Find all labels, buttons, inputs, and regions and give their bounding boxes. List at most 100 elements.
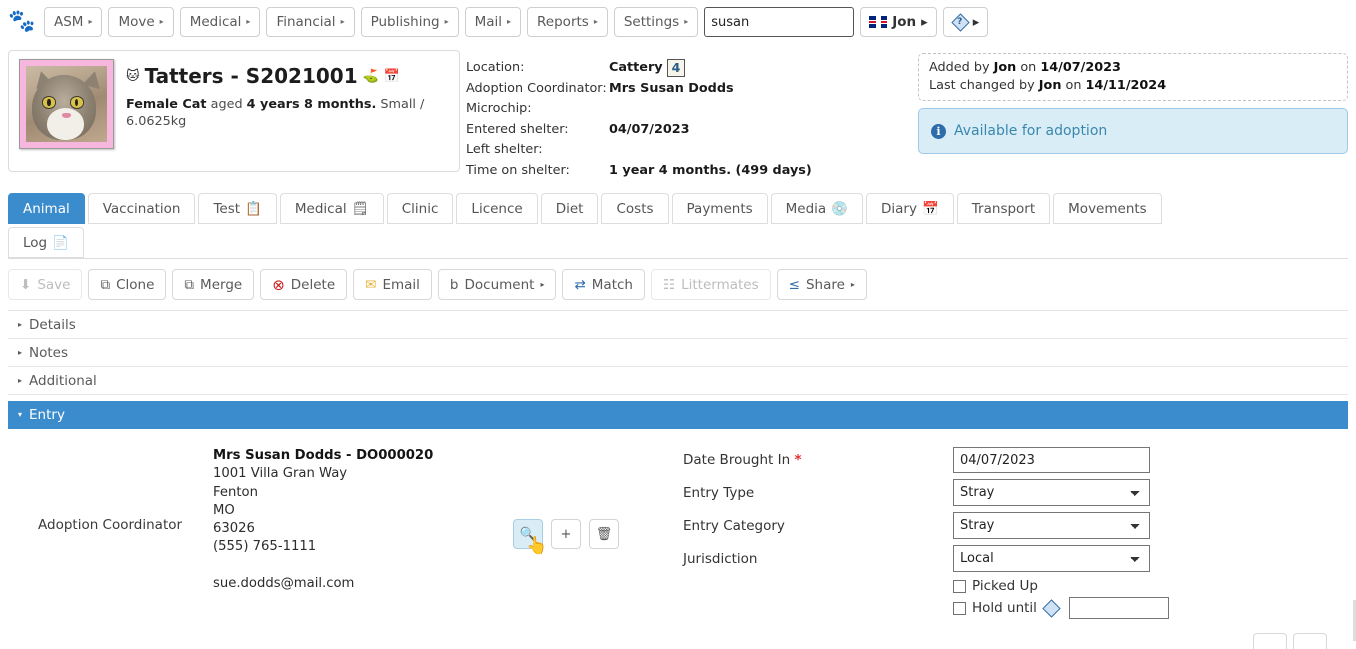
nav-menu-mail[interactable]: Mail ▸ <box>465 7 521 37</box>
date-brought-in-input[interactable] <box>953 447 1150 473</box>
search-input[interactable] <box>704 7 854 37</box>
medical-chart-icon: 🗒 <box>352 201 369 217</box>
tab-movements[interactable]: Movements <box>1053 193 1162 224</box>
nav-menu-reports[interactable]: Reports ▸ <box>527 7 608 37</box>
tab-media-label: Media <box>786 201 827 217</box>
hold-until-checkbox[interactable] <box>953 602 966 615</box>
littermates-button[interactable]: ☷ Littermates <box>651 269 771 300</box>
tab-vaccination[interactable]: Vaccination <box>88 193 196 224</box>
status-badge: i Available for adoption <box>918 108 1348 154</box>
calendar-icon[interactable]: 📅 <box>384 70 400 83</box>
delete-button[interactable]: ⊗ Delete <box>260 269 347 300</box>
find-person-button[interactable]: 🔍 👆 <box>513 519 543 549</box>
hold-until-input[interactable] <box>1069 597 1169 619</box>
tab-medical-label: Medical <box>295 201 347 217</box>
animal-summary-panel: 🐱 Tatters - S2021001 ⛳ 📅 Female Cat aged… <box>8 50 460 172</box>
tab-costs[interactable]: Costs <box>601 193 668 224</box>
nav-menu-publishing-label: Publishing <box>371 14 440 30</box>
bottom-stub-button-1[interactable] <box>1253 633 1287 649</box>
tab-diary[interactable]: Diary 📅 <box>866 193 954 224</box>
picked-up-checkbox[interactable] <box>953 580 966 593</box>
tab-transport-label: Transport <box>972 201 1035 217</box>
entry-panel: Adoption Coordinator Mrs Susan Dodds - D… <box>8 429 1348 619</box>
animal-sex-species: Female Cat <box>126 97 207 112</box>
nav-menu-financial-label: Financial <box>276 14 335 30</box>
tab-clinic-label: Clinic <box>402 201 439 217</box>
tab-test[interactable]: Test 📋 <box>198 193 276 224</box>
accordion-section-additional[interactable]: ▸ Additional <box>8 367 1348 395</box>
entry-coordinator-block: Adoption Coordinator Mrs Susan Dodds - D… <box>8 447 683 619</box>
chevron-right-icon: ▸ <box>540 280 544 289</box>
date-brought-in-label-text: Date Brought In <box>683 452 790 468</box>
animal-age: 4 years 8 months. <box>247 97 377 112</box>
chevron-right-icon: ▸ <box>88 18 92 26</box>
entry-type-select[interactable]: Stray <box>953 479 1150 506</box>
tab-media[interactable]: Media 💿 <box>771 193 863 224</box>
tab-payments[interactable]: Payments <box>672 193 768 224</box>
save-button[interactable]: ⬇ Save <box>8 269 82 300</box>
user-menu[interactable]: Jon ▸ <box>860 7 936 37</box>
accordion-section-notes[interactable]: ▸ Notes <box>8 339 1348 367</box>
coordinator-email: sue.dodds@mail.com <box>213 576 354 591</box>
merge-button[interactable]: ⧉ Merge <box>172 269 254 300</box>
field-microchip: Microchip: <box>466 99 912 120</box>
animal-thumbnail-icon: 🐱 <box>126 70 140 83</box>
share-button[interactable]: ≤ Share ▸ <box>777 269 867 300</box>
bottom-stub-button-2[interactable] <box>1293 633 1327 649</box>
entry-type-label: Entry Type <box>683 485 953 501</box>
tab-licence-label: Licence <box>471 201 522 217</box>
paw-logo-icon[interactable]: 🐾 <box>6 6 38 38</box>
match-icon: ⇄ <box>574 277 585 293</box>
accordion-section-notes-label: Notes <box>29 345 68 361</box>
document-button[interactable]: ὜b Document ▸ <box>438 269 557 300</box>
tab-log-label: Log <box>23 235 47 251</box>
audit-changed-on: on <box>1061 78 1085 93</box>
delete-person-button[interactable]: 🗑 <box>589 519 619 549</box>
chevron-right-icon: ▸ <box>246 18 250 26</box>
help-menu[interactable]: ? ▸ <box>943 7 989 37</box>
picked-up-label: Picked Up <box>972 578 1038 594</box>
cat-eye-right <box>70 96 84 108</box>
person-flag-icon[interactable]: ⛳ <box>363 70 379 83</box>
nav-menu-settings[interactable]: Settings ▸ <box>614 7 698 37</box>
tab-diet[interactable]: Diet <box>541 193 599 224</box>
chevron-right-icon: ▸ <box>507 18 511 26</box>
field-left-shelter-label: Left shelter: <box>466 140 609 161</box>
nav-menu-publishing[interactable]: Publishing ▸ <box>361 7 459 37</box>
match-button[interactable]: ⇄ Match <box>562 269 645 300</box>
coordinator-city: Fenton <box>213 485 258 500</box>
document-icon: 📄 <box>52 235 69 251</box>
nav-menu-asm[interactable]: ASM ▸ <box>44 7 102 37</box>
coordinator-name: Mrs Susan Dodds - DO000020 <box>213 448 433 463</box>
email-button[interactable]: ✉ Email <box>353 269 432 300</box>
coordinator-address: Mrs Susan Dodds - DO000020 1001 Villa Gr… <box>213 447 513 619</box>
add-person-button[interactable]: + <box>551 519 581 549</box>
nav-menu-financial[interactable]: Financial ▸ <box>266 7 354 37</box>
tab-licence[interactable]: Licence <box>456 193 537 224</box>
clone-button[interactable]: ⧉ Clone <box>88 269 166 300</box>
jurisdiction-select[interactable]: Local <box>953 545 1150 572</box>
avatar[interactable] <box>19 59 114 149</box>
audit-changed-line: Last changed by Jon on 14/11/2024 <box>929 77 1337 95</box>
cat-photo <box>26 66 107 142</box>
nav-menu-medical-label: Medical <box>190 14 242 30</box>
field-location-label: Location: <box>466 58 609 79</box>
nav-menu-move[interactable]: Move ▸ <box>108 7 173 37</box>
jurisdiction-label: Jurisdiction <box>683 551 953 567</box>
nav-menu-medical[interactable]: Medical ▸ <box>180 7 261 37</box>
accordion-section-details[interactable]: ▸ Details <box>8 311 1348 339</box>
entry-category-select[interactable]: Stray <box>953 512 1150 539</box>
user-menu-label: Jon <box>892 14 916 30</box>
diamond-help-icon[interactable] <box>1043 600 1059 616</box>
animal-fields-panel: Location: Cattery 4 Adoption Coordinator… <box>466 50 912 181</box>
bottom-button-stubs <box>1253 633 1327 649</box>
tab-medical[interactable]: Medical 🗒 <box>280 193 384 224</box>
tab-log[interactable]: Log 📄 <box>8 227 84 258</box>
tab-animal[interactable]: Animal <box>8 193 85 224</box>
accordion-section-entry[interactable]: ▾ Entry <box>8 401 1348 429</box>
tab-transport[interactable]: Transport <box>957 193 1050 224</box>
tab-clinic[interactable]: Clinic <box>387 193 454 224</box>
tab-costs-label: Costs <box>616 201 653 217</box>
delete-icon: ⊗ <box>272 276 285 294</box>
tab-test-label: Test <box>213 201 240 217</box>
